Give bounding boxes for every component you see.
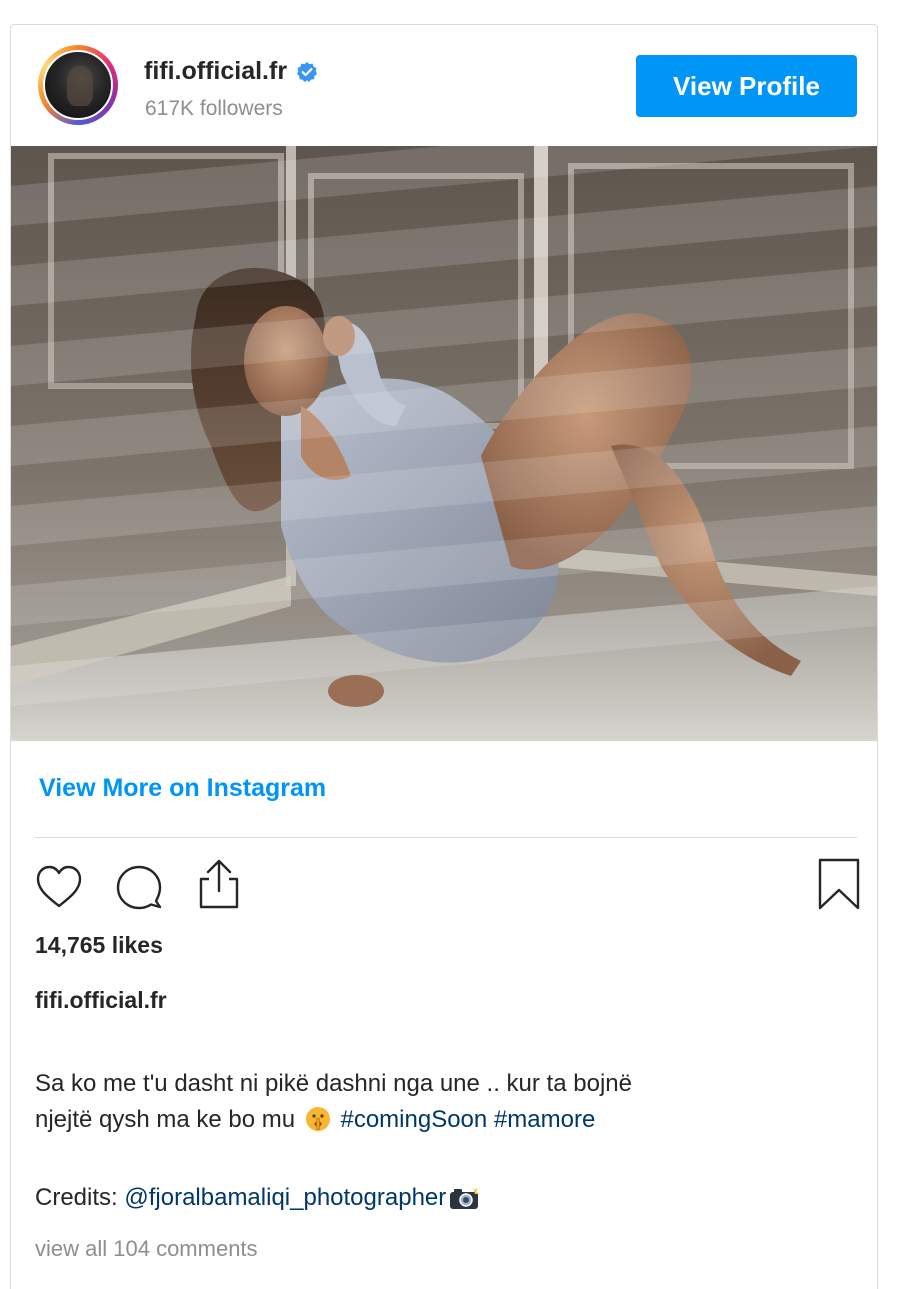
- view-more-on-instagram-link[interactable]: View More on Instagram: [39, 774, 326, 803]
- action-bar: [33, 855, 863, 915]
- caption-line-1: Sa ko me t'u dasht ni pikë dashni nga un…: [35, 1070, 632, 1097]
- comment-icon[interactable]: [115, 863, 163, 916]
- credits-label: Credits:: [35, 1184, 118, 1211]
- photographer-mention[interactable]: @fjoralbamaliqi_photographer: [124, 1180, 446, 1216]
- avatar-image: [43, 50, 113, 120]
- post-header: fifi.official.fr 617K followers View Pro…: [11, 25, 877, 145]
- like-count[interactable]: 14,765 likes: [35, 932, 163, 959]
- shushing-face-emoji: [305, 1106, 331, 1132]
- caption-username[interactable]: fifi.official.fr: [35, 987, 167, 1014]
- view-all-comments-link[interactable]: view all 104 comments: [35, 1236, 258, 1262]
- username-link[interactable]: fifi.official.fr: [144, 57, 287, 86]
- caption-text: Sa ko me t'u dasht ni pikë dashni nga un…: [35, 1066, 855, 1138]
- caption-line-2: njejtë qysh ma ke bo mu: [35, 1106, 296, 1133]
- divider: [35, 837, 857, 838]
- camera-flash-emoji: [448, 1185, 481, 1211]
- avatar[interactable]: [38, 45, 118, 125]
- bookmark-icon[interactable]: [817, 857, 861, 916]
- username-row: fifi.official.fr: [144, 57, 318, 86]
- credits-line: Credits: @fjoralbamaliqi_photographer: [35, 1180, 481, 1216]
- view-profile-button[interactable]: View Profile: [636, 55, 857, 117]
- post-photo[interactable]: [11, 146, 877, 741]
- hashtag-comingsoon[interactable]: #comingSoon: [340, 1106, 487, 1133]
- hashtag-mamore[interactable]: #mamore: [494, 1106, 595, 1133]
- heart-icon[interactable]: [35, 865, 83, 914]
- instagram-embed-card: fifi.official.fr 617K followers View Pro…: [10, 24, 878, 1289]
- share-icon[interactable]: [195, 857, 243, 916]
- follower-count: 617K followers: [145, 97, 283, 120]
- verified-badge-icon: [296, 61, 318, 83]
